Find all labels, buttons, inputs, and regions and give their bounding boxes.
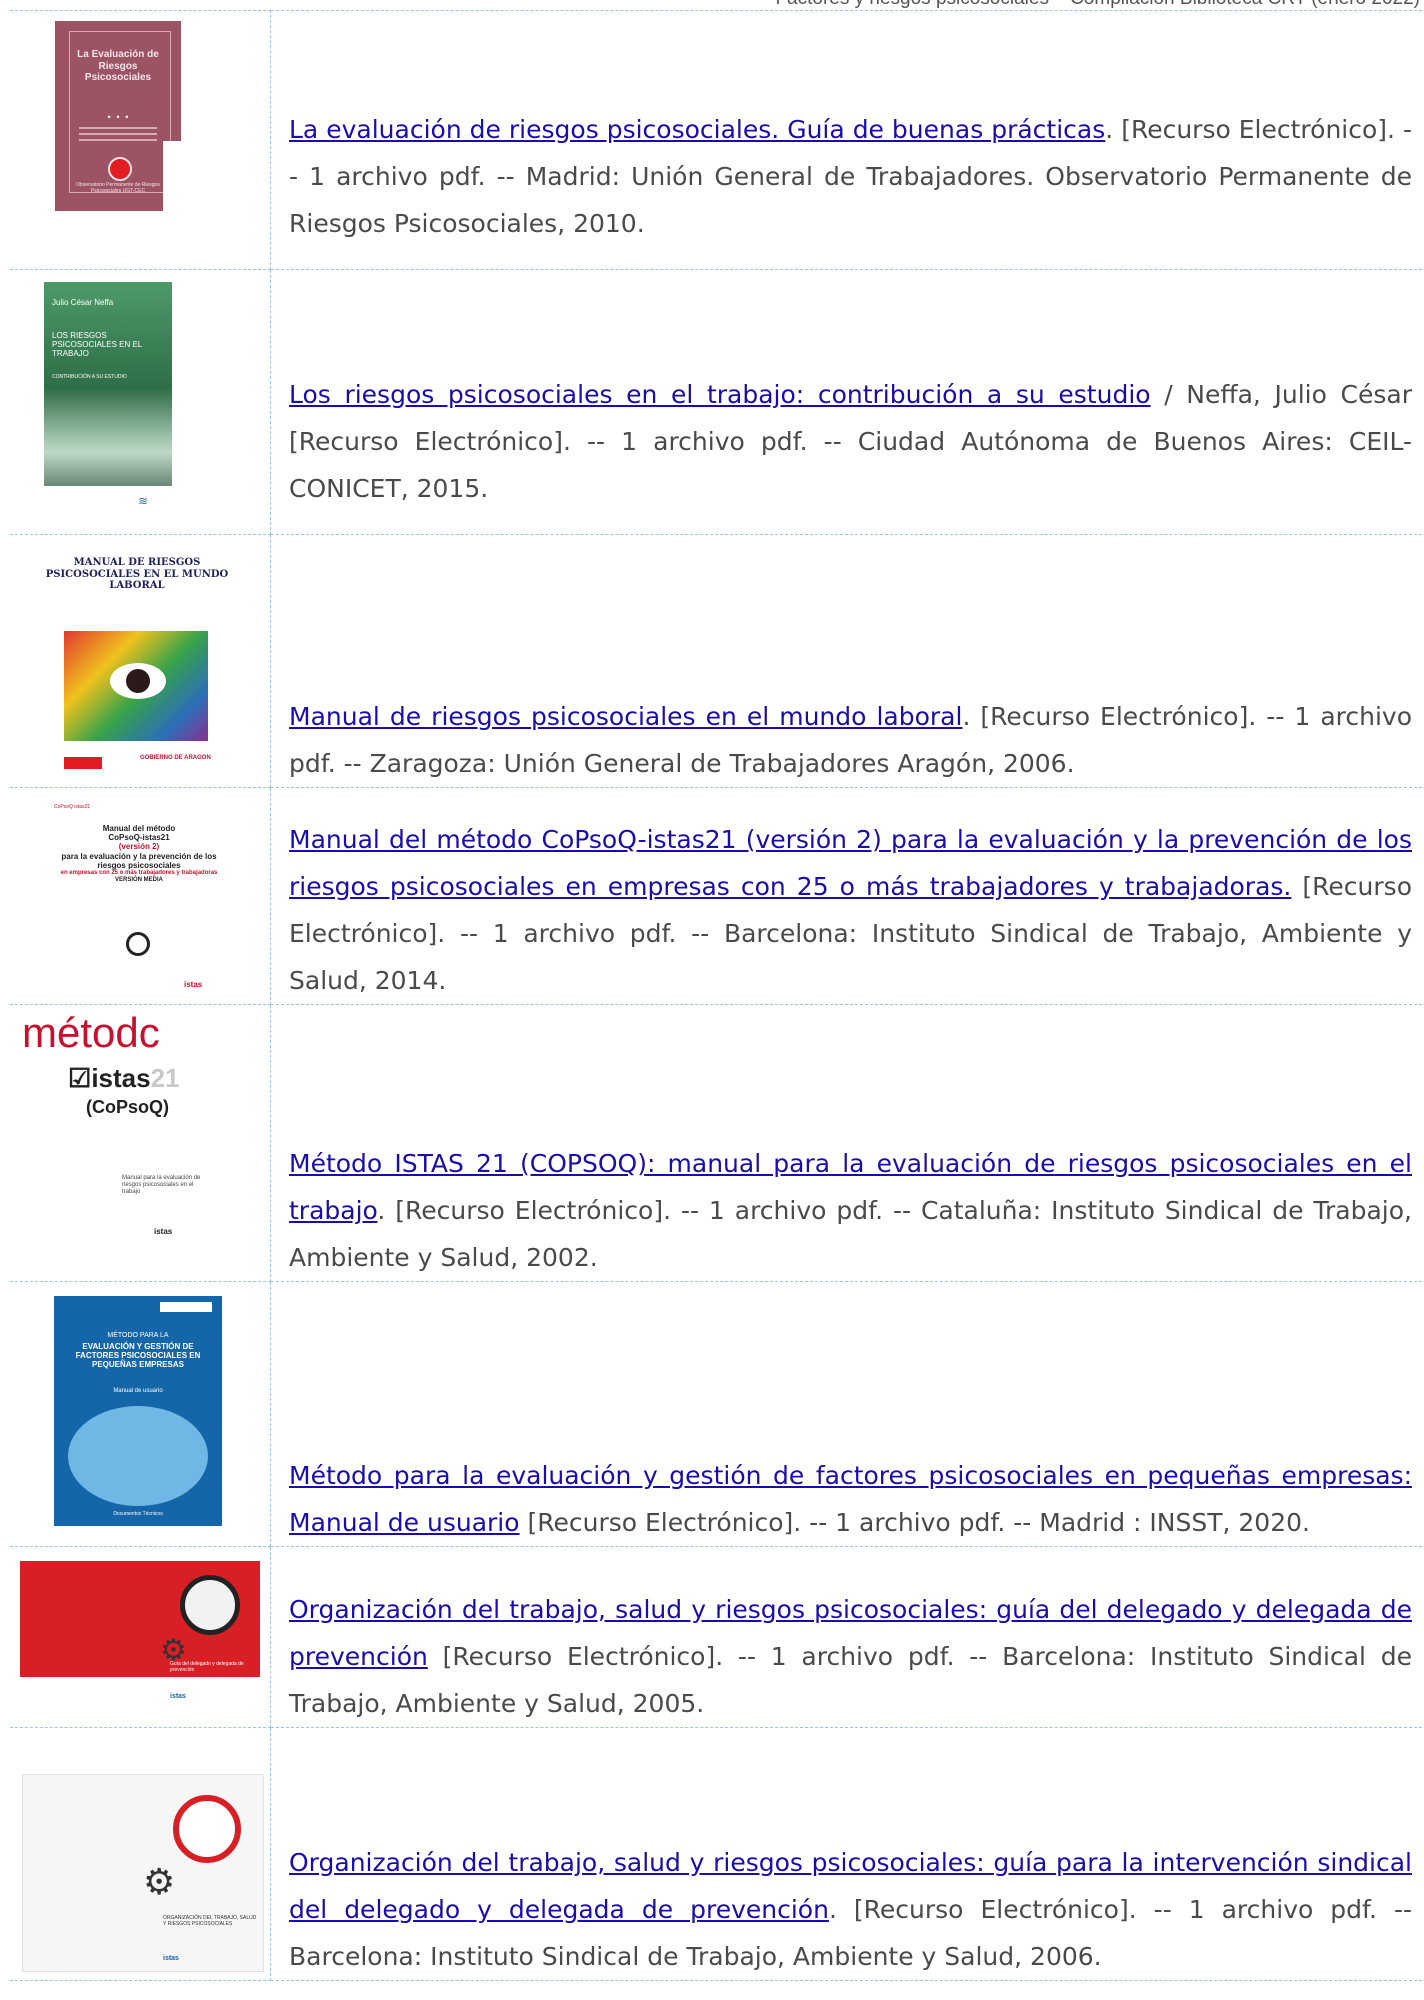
ugt-logo-icon xyxy=(64,757,102,769)
book-cover-4: CoPsoQ istas21 Manual del método CoPsoQ-… xyxy=(44,798,236,998)
entry-details: . [Recurso Electrónico]. -- 1 archivo pd… xyxy=(289,1196,1412,1272)
entry-text: Organización del trabajo, salud y riesgo… xyxy=(270,1727,1422,1981)
page-header: Factores y riesgos psicosociales – Compi… xyxy=(775,0,1420,10)
gear-icon: ⚙ xyxy=(143,1861,176,1902)
entry-details: [Recurso Electrónico]. -- 1 archivo pdf.… xyxy=(519,1508,1310,1537)
table-row: ⚙ ORGANIZACIÓN DEL TRABAJO, SALUD Y RIES… xyxy=(10,1727,1422,1981)
book-cover-3: MANUAL DE RIESGOS PSICOSOCIALES EN EL MU… xyxy=(44,553,230,777)
cover-cell: MÉTODO PARA LA EVALUACIÓN Y GESTIÓN DE F… xyxy=(10,1281,271,1547)
entry-details: [Recurso Electrónico]. -- 1 archivo pdf.… xyxy=(289,1642,1412,1718)
book-cover-1: La Evaluación de Riesgos Psicosociales .… xyxy=(55,21,181,211)
table-row: ⚙ Guía del delegado y delegada de preven… xyxy=(10,1546,1422,1728)
book-cover-7: ⚙ Guía del delegado y delegada de preven… xyxy=(20,1561,260,1711)
eye-artwork xyxy=(64,631,208,741)
table-row: Julio César Neffa LOS RIESGOS PSICOSOCIA… xyxy=(10,269,1422,535)
entry-text: Organización del trabajo, salud y riesgo… xyxy=(270,1546,1422,1728)
entry-text: Método ISTAS 21 (COPSOQ): manual para la… xyxy=(270,1004,1422,1282)
book-cover-5: métodc ☑istas21 (CoPsoQ) Manual para la … xyxy=(18,1009,258,1269)
table-row: La Evaluación de Riesgos Psicosociales .… xyxy=(10,10,1422,270)
entry-link[interactable]: La evaluación de riesgos psicosociales. … xyxy=(289,115,1105,144)
office-illustration xyxy=(68,1406,208,1506)
book-cover-2: Julio César Neffa LOS RIESGOS PSICOSOCIA… xyxy=(44,282,172,518)
magnifier-icon xyxy=(180,1575,240,1635)
entry-link[interactable]: Los riesgos psicosociales en el trabajo:… xyxy=(289,380,1151,409)
table-row: métodc ☑istas21 (CoPsoQ) Manual para la … xyxy=(10,1004,1422,1282)
entry-text: Método para la evaluación y gestión de f… xyxy=(270,1281,1422,1547)
entry-text: Manual de riesgos psicosociales en el mu… xyxy=(270,534,1422,788)
bibliography-table: La Evaluación de Riesgos Psicosociales .… xyxy=(10,10,1422,1981)
cover-cell: CoPsoQ istas21 Manual del método CoPsoQ-… xyxy=(10,787,271,1005)
book-cover-8: ⚙ ORGANIZACIÓN DEL TRABAJO, SALUD Y RIES… xyxy=(22,1774,264,1972)
cover-cell: ⚙ ORGANIZACIÓN DEL TRABAJO, SALUD Y RIES… xyxy=(10,1727,271,1981)
cover-cell: métodc ☑istas21 (CoPsoQ) Manual para la … xyxy=(10,1004,271,1282)
ugt-logo-icon xyxy=(108,157,132,181)
entry-link[interactable]: Manual de riesgos psicosociales en el mu… xyxy=(289,702,962,731)
table-row: CoPsoQ istas21 Manual del método CoPsoQ-… xyxy=(10,787,1422,1005)
magnifier-icon xyxy=(173,1795,241,1863)
entry-link[interactable]: Manual del método CoPsoQ-istas21 (versió… xyxy=(289,825,1412,901)
table-row: MÉTODO PARA LA EVALUACIÓN Y GESTIÓN DE F… xyxy=(10,1281,1422,1547)
entry-text: Manual del método CoPsoQ-istas21 (versió… xyxy=(270,787,1422,1005)
cover-cell: Julio César Neffa LOS RIESGOS PSICOSOCIA… xyxy=(10,269,271,535)
cover-cell: MANUAL DE RIESGOS PSICOSOCIALES EN EL MU… xyxy=(10,534,271,788)
book-cover-6: MÉTODO PARA LA EVALUACIÓN Y GESTIÓN DE F… xyxy=(54,1296,222,1526)
table-row: MANUAL DE RIESGOS PSICOSOCIALES EN EL MU… xyxy=(10,534,1422,788)
magnifier-icon xyxy=(126,932,150,956)
entry-text: La evaluación de riesgos psicosociales. … xyxy=(270,10,1422,270)
cover-cell: La Evaluación de Riesgos Psicosociales .… xyxy=(10,10,271,270)
entry-text: Los riesgos psicosociales en el trabajo:… xyxy=(270,269,1422,535)
ceil-logo-icon: ≋ xyxy=(138,494,149,508)
ministry-logo xyxy=(160,1302,212,1312)
cover-cell: ⚙ Guía del delegado y delegada de preven… xyxy=(10,1546,271,1728)
